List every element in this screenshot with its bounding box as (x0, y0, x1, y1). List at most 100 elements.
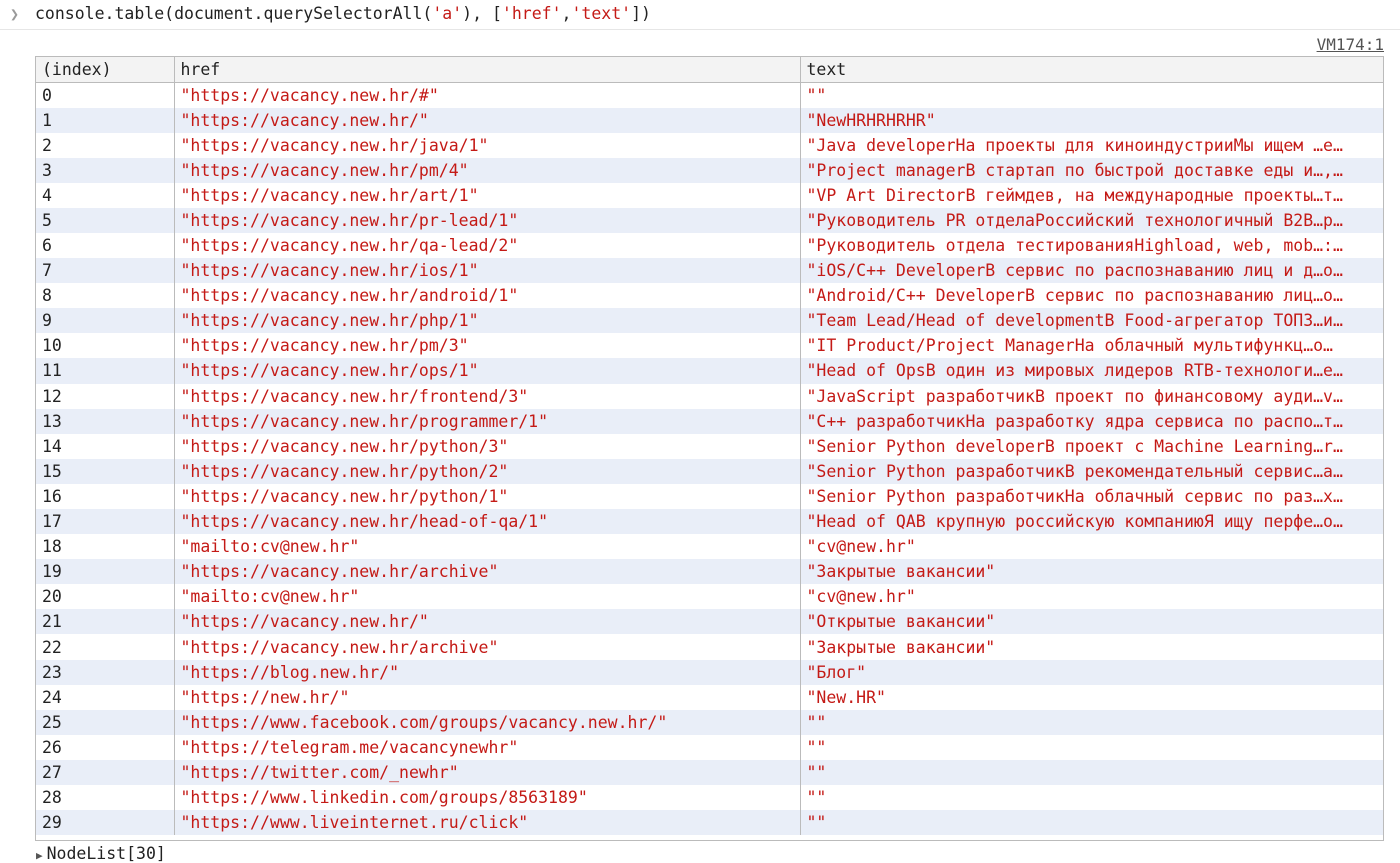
cell-index: 13 (36, 408, 174, 434)
table-row[interactable]: 3 "https://vacancy.new.hr/pm/4" "Project m… (36, 157, 1383, 183)
table-row[interactable]: 25 "https://www.facebook.com/groups/vacan… (36, 709, 1383, 735)
nodelist-label: NodeList[30] (46, 844, 166, 863)
column-header-index[interactable]: (index) (36, 57, 174, 83)
table-row[interactable]: 15 "https://vacancy.new.hr/python/2" "Seni… (36, 458, 1383, 484)
table-row[interactable]: 10 "https://vacancy.new.hr/pm/3" "IT Produ… (36, 333, 1383, 359)
table-row[interactable]: 23 "https://blog.new.hr/" "Блог" (36, 659, 1383, 685)
table-row[interactable]: 29 "https://www.liveinternet.ru/click" "" (36, 810, 1383, 836)
cell-text: "iOS/C++ DeveloperВ сервис по распознава… (799, 258, 1383, 284)
table-row[interactable]: 27 "https://twitter.com/_newhr" "" (36, 759, 1383, 786)
table-row[interactable]: 9 "https://vacancy.new.hr/php/1" "Team Lea… (36, 308, 1383, 334)
console-input-line: ❯ console.table(document.querySelectorAl… (0, 0, 1400, 30)
cell-index: 11 (36, 358, 174, 384)
cell-text: "Project managerВ стартап по быстрой дос… (799, 157, 1383, 183)
column-header-text[interactable]: text (799, 57, 1383, 83)
expand-triangle-icon[interactable]: ▶ (36, 849, 43, 862)
cell-index: 5 (36, 207, 174, 233)
cell-index: 24 (42, 687, 62, 707)
table-row[interactable]: 22 "https://vacancy.new.hr/archive" "Закры… (36, 634, 1383, 660)
table-row[interactable]: 0 "https://vacancy.new.hr/#" "" (36, 82, 1383, 108)
cell-text: "IT Product/Project ManagerНа облачный м… (799, 333, 1383, 359)
cell-text: "Team Lead/Head of developmentВ Food-агр… (799, 308, 1383, 334)
cell-index: 3 (36, 157, 174, 183)
cell-text: "" (799, 759, 1383, 786)
cell-text: "cv@new.hr" (799, 534, 1383, 560)
cell-text: "Закрытые вакансии" (799, 634, 1383, 660)
source-location-link[interactable]: VM174:1 (1317, 35, 1384, 54)
cell-text: "C++ разработчикНа разработку ядра серви… (799, 408, 1383, 434)
cell-href: "https://www.facebook.com/groups/vacancy… (173, 709, 800, 735)
cell-index: 28 (42, 788, 62, 808)
cell-text: "Java developerНа проекты для киноиндуст… (799, 132, 1383, 158)
cell-text: "cv@new.hr" (799, 584, 1383, 610)
command-suffix: ]) (631, 4, 651, 23)
cell-index: 25 (36, 709, 174, 735)
table-row[interactable]: 11 "https://vacancy.new.hr/ops/1" "Head of… (36, 358, 1383, 384)
cell-href: "https://twitter.com/_newhr" (173, 759, 800, 786)
table-row[interactable]: 28 "https://www.linkedin.com/groups/85631… (36, 785, 1383, 811)
table-row[interactable]: 21 "https://vacancy.new.hr/" "Открытые вак… (36, 609, 1383, 635)
cell-index: 20 (42, 587, 62, 607)
cell-text: "JavaScript разработчикВ проект по финан… (799, 383, 1383, 409)
command-mid: ), [ (462, 4, 502, 23)
nodelist-toggle[interactable]: ▶ NodeList[30] (36, 844, 166, 863)
table-row[interactable]: 8 "https://vacancy.new.hr/android/1" "Andr… (36, 283, 1383, 309)
cell-href: "https://new.hr/" (173, 684, 800, 710)
cell-index: 4 (42, 185, 52, 205)
table-row[interactable]: 20 "mailto:cv@new.hr" "cv@new.hr" (36, 584, 1383, 610)
cell-href: "https://vacancy.new.hr/ops/1" (173, 358, 800, 384)
console-command[interactable]: console.table(document.querySelectorAll(… (35, 4, 651, 23)
cell-href: "https://vacancy.new.hr/python/3" (173, 433, 800, 459)
table-row[interactable]: 18 "mailto:cv@new.hr" "cv@new.hr" (36, 534, 1383, 560)
cell-index: 22 (42, 637, 62, 657)
cell-href: "https://vacancy.new.hr/python/1" (173, 483, 800, 509)
cell-href: "https://vacancy.new.hr/frontend/3" (173, 383, 800, 409)
cell-index: 9 (36, 308, 174, 334)
table-row[interactable]: 14 "https://vacancy.new.hr/python/3" "Seni… (36, 433, 1383, 459)
cell-index: 18 (42, 537, 62, 557)
table-row[interactable]: 1 "https://vacancy.new.hr/" "NewHRHRHRHR" (36, 107, 1383, 133)
cell-text: "" (799, 82, 1383, 108)
cell-href: "https://vacancy.new.hr/#" (173, 82, 800, 108)
cell-text: "Senior Python разработчикВ рекомендател… (799, 458, 1383, 484)
cell-index: 14 (42, 436, 62, 456)
cell-text: "" (799, 709, 1383, 735)
cell-index: 19 (36, 559, 174, 585)
cell-href: "https://www.liveinternet.ru/click" (173, 810, 800, 836)
cell-index: 29 (36, 810, 174, 836)
table-row[interactable]: 6 "https://vacancy.new.hr/qa-lead/2" "Руко… (36, 232, 1383, 259)
cell-index: 17 (36, 509, 174, 535)
command-selector-arg: 'a' (432, 4, 463, 23)
cell-text: "Открытые вакансии" (799, 609, 1383, 635)
cell-href: "https://vacancy.new.hr/head-of-qa/1" (173, 509, 800, 535)
table-row[interactable]: 4 "https://vacancy.new.hr/art/1" "VP Art D… (36, 182, 1383, 208)
table-row[interactable]: 7 "https://vacancy.new.hr/ios/1" "iOS/C++ … (36, 258, 1383, 284)
table-row[interactable]: 26 "https://telegram.me/vacancynewhr" "" (36, 734, 1383, 760)
table-row[interactable]: 19 "https://vacancy.new.hr/archive" "Закры… (36, 559, 1383, 585)
table-header-row: (index) href text (36, 57, 1383, 83)
cell-href: "mailto:cv@new.hr" (173, 534, 800, 560)
cell-href: "https://vacancy.new.hr/programmer/1" (173, 408, 800, 434)
table-row[interactable]: 24 "https://new.hr/" "New.HR" (36, 684, 1383, 710)
column-header-href[interactable]: href (173, 57, 800, 83)
cell-text: "Руководитель PR отделаРоссийский технол… (799, 207, 1383, 233)
prompt-chevron-icon: ❯ (10, 5, 20, 23)
cell-href: "https://vacancy.new.hr/pm/3" (173, 333, 800, 359)
cell-index: 23 (36, 659, 174, 685)
command-comma: , (561, 4, 572, 23)
cell-text: "Head of QAВ крупную российскую компанию… (799, 509, 1383, 535)
cell-text: "Блог" (799, 659, 1383, 685)
cell-href: "https://www.linkedin.com/groups/8563189… (173, 785, 800, 811)
table-row[interactable]: 16 "https://vacancy.new.hr/python/1" "Seni… (36, 483, 1383, 509)
table-row[interactable]: 13 "https://vacancy.new.hr/programmer/1" "… (36, 408, 1383, 434)
cell-text: "New.HR" (799, 684, 1383, 710)
cell-index: 21 (36, 609, 174, 635)
table-row[interactable]: 12 "https://vacancy.new.hr/frontend/3" "Ja… (36, 383, 1383, 409)
cell-href: "https://vacancy.new.hr/pm/4" (173, 157, 800, 183)
table-row[interactable]: 5 "https://vacancy.new.hr/pr-lead/1" "Руко… (36, 207, 1383, 233)
cell-href: "https://vacancy.new.hr/android/1" (173, 283, 800, 309)
table-row[interactable]: 2 "https://vacancy.new.hr/java/1" "Java de… (36, 132, 1383, 158)
console-table: (index) href text 0 "https://vacancy.new.… (35, 56, 1384, 841)
table-row[interactable]: 17 "https://vacancy.new.hr/head-of-qa/1" "… (36, 509, 1383, 535)
cell-index: 2 (42, 135, 52, 155)
